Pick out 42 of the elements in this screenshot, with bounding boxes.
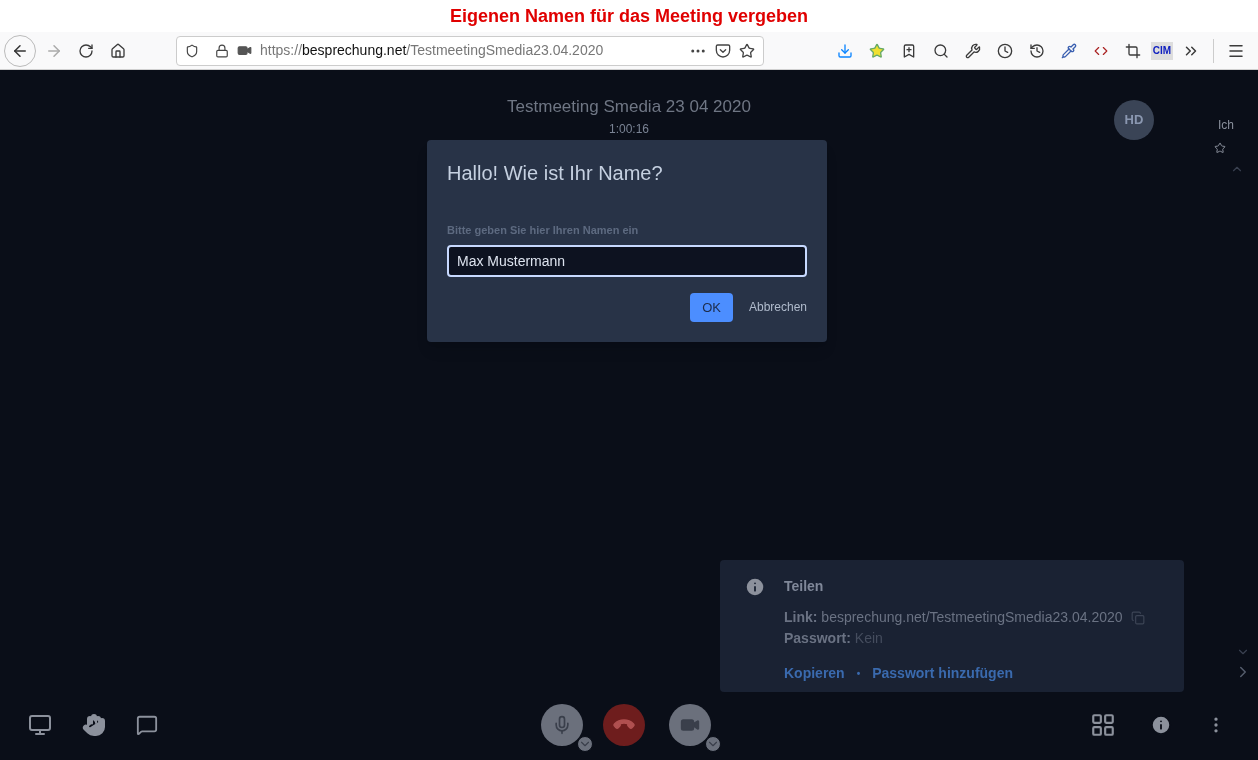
shield-icon xyxy=(185,43,199,58)
separator-dot: • xyxy=(856,667,861,681)
star-icon[interactable] xyxy=(1214,142,1226,154)
info-icon[interactable] xyxy=(1150,714,1172,736)
name-input-field[interactable]: Max Mustermann xyxy=(447,244,807,277)
meeting-timer: 1:00:16 xyxy=(608,120,649,138)
link-text: Link: besprechung.net/TestmeetingSmedia23.04.2020 xyxy=(784,608,1123,627)
cancel-button[interactable]: Abbrechen xyxy=(748,298,807,317)
reload-icon xyxy=(78,42,94,59)
caret-icon[interactable] xyxy=(705,736,721,752)
chat-icon[interactable] xyxy=(136,714,158,736)
caret-icon[interactable] xyxy=(577,736,593,752)
address-bar[interactable]: https://besprechung.net/TestmeetingSmedia23.04.2020 xyxy=(176,35,764,66)
star-plus-icon xyxy=(868,42,885,59)
lock-icon xyxy=(215,43,229,58)
caption-text: Eigenen Namen für das Meeting vergeben xyxy=(449,4,809,28)
crop-icon xyxy=(1124,42,1141,59)
extension-button[interactable]: CIM xyxy=(1150,41,1173,60)
camera-icon xyxy=(237,43,252,58)
pocket-icon[interactable] xyxy=(715,42,731,59)
clock-icon xyxy=(996,42,1013,59)
camera-button[interactable] xyxy=(669,704,711,746)
meeting-title: Testmeeting Smedia 23 04 2020 xyxy=(507,96,751,118)
wrench-icon xyxy=(964,42,981,59)
microphone-icon xyxy=(552,715,572,735)
field-label: Bitte geben Sie hier Ihren Namen ein xyxy=(447,223,640,238)
download-icon xyxy=(836,42,853,59)
dialog-title: Hallo! Wie ist Ihr Name? xyxy=(447,161,664,186)
hang-up-button[interactable] xyxy=(603,704,645,746)
eyedropper-icon xyxy=(1060,42,1077,59)
url-text: https://besprechung.net/TestmeetingSmedia23.04.2020 xyxy=(260,41,604,60)
search-icon xyxy=(932,42,949,59)
info-icon xyxy=(744,576,766,598)
screen-share-icon[interactable] xyxy=(28,713,52,737)
history-icon xyxy=(1028,42,1045,59)
bookmark-star-icon[interactable] xyxy=(739,42,755,59)
tile-view-icon[interactable] xyxy=(1090,712,1116,738)
microphone-button[interactable] xyxy=(541,704,583,746)
participant-name: Ich xyxy=(1218,117,1234,134)
share-title: Teilen xyxy=(784,577,825,596)
home-icon xyxy=(110,42,126,59)
ok-button[interactable]: OK xyxy=(690,292,733,322)
